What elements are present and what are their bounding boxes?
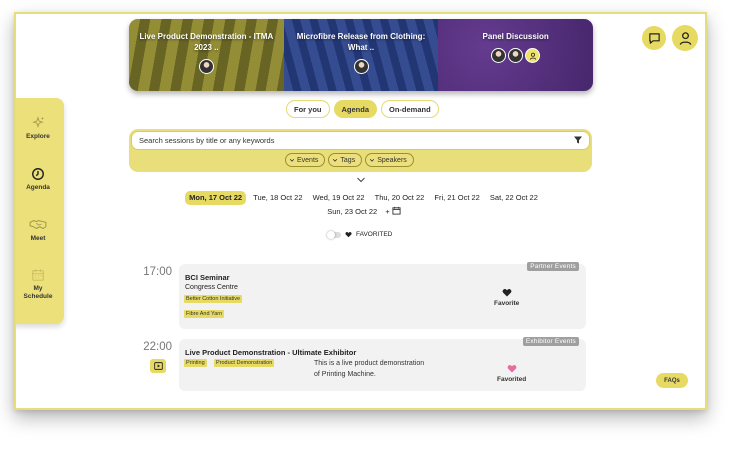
date-tab[interactable]: Sun, 23 Oct 22: [324, 205, 380, 219]
session-tag[interactable]: Product Demonstration: [214, 359, 275, 367]
sidebar-item-label: My Schedule: [23, 285, 53, 300]
sidebar-item-explore[interactable]: Explore: [16, 116, 64, 141]
date-tab[interactable]: Thu, 20 Oct 22: [372, 191, 428, 205]
calendar-icon: [32, 269, 44, 281]
events-filter-chip[interactable]: Events: [285, 153, 326, 167]
speakers-filter-chip[interactable]: Speakers: [365, 153, 414, 167]
featured-session-title: Live Product Demonstration - ITMA 2023 .…: [139, 32, 274, 52]
speaker-avatar: [491, 48, 507, 63]
handshake-icon: [29, 220, 47, 230]
chat-button[interactable]: [642, 26, 666, 50]
speaker-avatar: [353, 59, 369, 74]
session-category-badge: Partner Events: [527, 262, 579, 271]
session-tag[interactable]: Fibre And Yarn: [184, 310, 225, 318]
heart-icon: [502, 289, 511, 297]
description-line: of Printing Machine.: [314, 371, 376, 378]
chevron-down-icon: [289, 158, 295, 162]
chat-bubble-icon: [648, 32, 660, 44]
add-label: +: [385, 207, 390, 216]
filter-chips: Events Tags Speakers: [285, 153, 414, 167]
sidebar-item-agenda[interactable]: Agenda: [16, 167, 64, 192]
calendar-icon: [392, 206, 401, 215]
chip-label: Tags: [340, 156, 356, 164]
toggle-switch[interactable]: [327, 230, 341, 239]
session-tag[interactable]: Better Cotton Initiative: [184, 295, 243, 303]
heart-icon: [345, 232, 352, 238]
favorited-toggle[interactable]: FAVORITED: [327, 230, 393, 239]
tags-filter-chip[interactable]: Tags: [328, 153, 363, 167]
sidebar-item-my-schedule[interactable]: My Schedule: [16, 268, 64, 301]
filter-icon[interactable]: [573, 135, 583, 145]
favorite-label: Favorited: [497, 376, 527, 383]
session-title: Live Product Demonstration - Ultimate Ex…: [185, 348, 357, 357]
heart-icon: [507, 365, 516, 373]
speaker-avatar: [198, 59, 214, 74]
faqs-button[interactable]: FAQs: [656, 373, 688, 388]
date-tab[interactable]: Mon, 17 Oct 22: [185, 191, 247, 205]
chevron-down-icon: [333, 158, 338, 162]
sidebar-item-label: Explore: [26, 133, 50, 140]
sidebar-item-label: Agenda: [26, 184, 50, 191]
date-tab[interactable]: Sat, 22 Oct 22: [487, 191, 541, 205]
chevron-down-icon: [370, 158, 375, 162]
speaker-avatar: [508, 48, 524, 63]
profile-button[interactable]: [672, 25, 698, 51]
date-tab[interactable]: Wed, 19 Oct 22: [310, 191, 368, 205]
description-line: This is a live product demonstration: [314, 360, 425, 367]
chip-label: Events: [297, 156, 319, 164]
favorited-label: FAVORITED: [356, 231, 393, 238]
tab-on-demand[interactable]: On-demand: [381, 100, 439, 118]
featured-session-card[interactable]: Panel Discussion: [438, 19, 593, 91]
favorite-button[interactable]: Favorite: [494, 288, 519, 307]
sidebar-item-meet[interactable]: Meet: [16, 218, 64, 243]
date-tab[interactable]: Fri, 21 Oct 22: [431, 191, 482, 205]
featured-session-title: Microfibre Release from Clothing: What .…: [296, 32, 426, 52]
featured-sessions-banner: Live Product Demonstration - ITMA 2023 .…: [129, 19, 593, 91]
sparkle-icon: [32, 116, 44, 128]
watch-button[interactable]: [150, 359, 166, 373]
favorite-label: Favorite: [494, 300, 520, 307]
sidebar: Explore Agenda Meet My Schedule: [16, 98, 64, 324]
session-title: BCI Seminar: [185, 273, 230, 282]
add-date-button[interactable]: +: [384, 205, 401, 219]
session-card[interactable]: Exhibitor Events Live Product Demonstrat…: [179, 337, 586, 391]
chevron-down-icon[interactable]: [356, 176, 366, 184]
session-description: This is a live product demonstration of …: [314, 358, 424, 380]
date-tab[interactable]: Tue, 18 Oct 22: [250, 191, 305, 205]
featured-session-card[interactable]: Live Product Demonstration - ITMA 2023 .…: [129, 19, 284, 91]
favorite-button[interactable]: Favorited: [497, 364, 526, 383]
speaker-avatar: [525, 48, 541, 63]
session-category-badge: Exhibitor Events: [522, 337, 579, 346]
session-card[interactable]: Partner Events BCI Seminar Congress Cent…: [179, 262, 586, 329]
session-location: Congress Centre: [185, 284, 238, 291]
view-tabs: For you Agenda On-demand: [286, 100, 439, 118]
chip-label: Speakers: [377, 156, 407, 164]
user-icon: [679, 31, 691, 45]
featured-session-title: Panel Discussion: [482, 32, 549, 41]
tab-agenda[interactable]: Agenda: [333, 100, 378, 118]
session-time: 17:00: [143, 266, 172, 278]
search-panel: Events Tags Speakers: [129, 129, 592, 172]
session-time: 22:00: [143, 341, 172, 353]
sidebar-item-label: Meet: [30, 235, 46, 242]
featured-session-card[interactable]: Microfibre Release from Clothing: What .…: [283, 19, 439, 91]
app-window: Live Product Demonstration - ITMA 2023 .…: [14, 12, 707, 410]
play-icon: [153, 362, 163, 370]
clock-icon: [32, 168, 44, 180]
date-selector: Mon, 17 Oct 22 Tue, 18 Oct 22 Wed, 19 Oc…: [156, 191, 570, 219]
search-input[interactable]: [131, 131, 590, 150]
tab-for-you[interactable]: For you: [286, 100, 330, 118]
session-tag[interactable]: Printing: [184, 359, 207, 367]
